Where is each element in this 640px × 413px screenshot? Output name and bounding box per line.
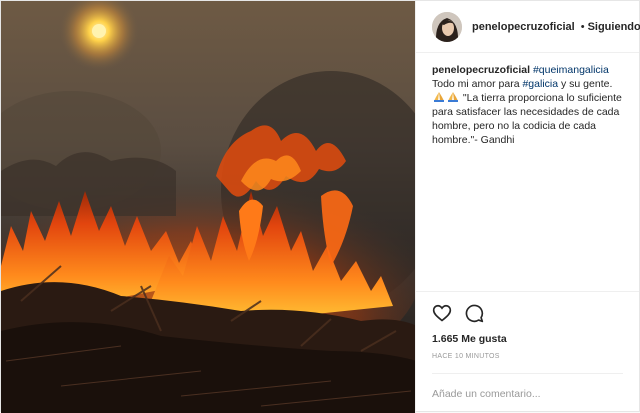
comment-box [432,373,623,413]
avatar[interactable] [432,11,462,42]
praying-hands-emoji-icon [448,92,458,102]
post-actions [416,291,639,333]
comment-input[interactable] [432,387,623,400]
heart-icon[interactable] [432,303,452,323]
comment-icon[interactable] [464,303,484,323]
post-username[interactable]: penelopecruzoficial [472,21,575,33]
caption-text: y su gente. [558,78,613,90]
instagram-post: penelopecruzoficial • Siguiendo penelope… [0,0,640,413]
hashtag-link[interactable]: #galicia [522,78,558,90]
header-separator: • [580,20,585,33]
like-count[interactable]: 1.665 Me gusta [416,333,639,351]
hashtag-link[interactable]: #queimangalicia [533,64,609,76]
caption-quote: "La tierra proporciona lo suficiente par… [432,92,622,146]
wildfire-photo [1,1,415,413]
praying-hands-emoji-icon [434,92,444,102]
post-caption: penelopecruzoficial #queimangalicia Todo… [416,53,639,291]
post-photo[interactable] [1,1,415,413]
post-header: penelopecruzoficial • Siguiendo [416,1,640,53]
post-timestamp: HACE 10 MINUTOS [432,353,500,360]
avatar-image [432,11,462,42]
caption-username[interactable]: penelopecruzoficial [432,64,530,76]
caption-text: Todo mi amor para [432,78,523,90]
following-button[interactable]: Siguiendo [588,21,640,33]
post-sidebar: penelopecruzoficial • Siguiendo penelope… [415,1,640,413]
